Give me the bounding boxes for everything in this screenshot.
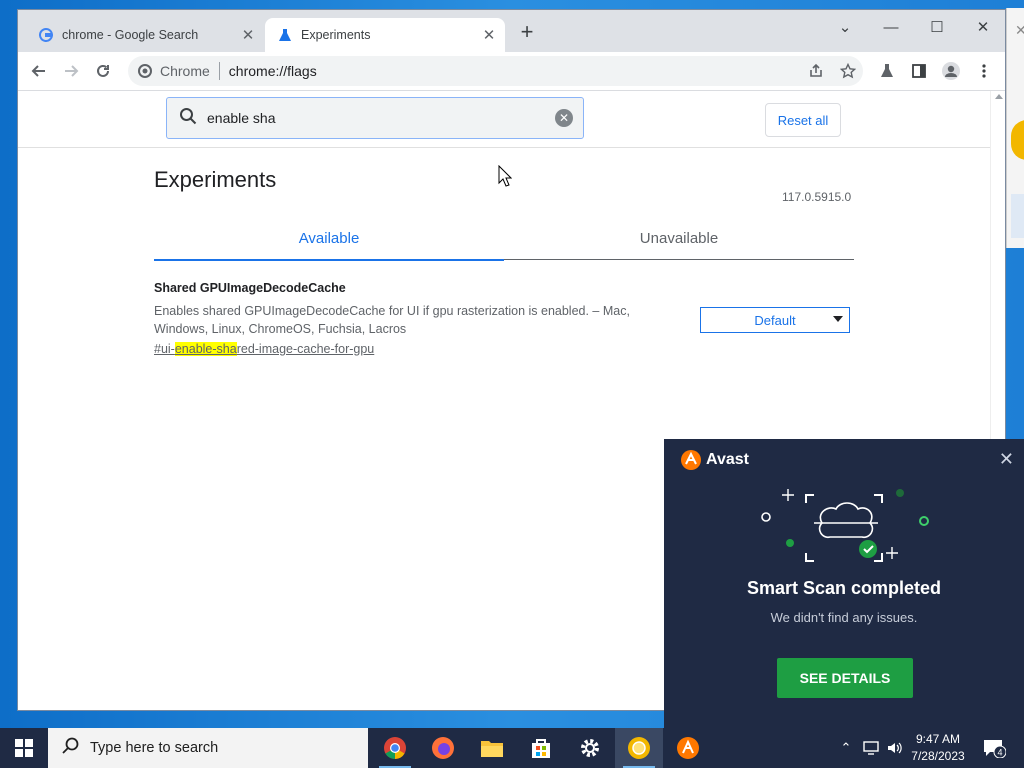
flag-description: Enables shared GPUImageDecodeCache for U… xyxy=(154,304,630,336)
taskbar-search[interactable]: Type here to search xyxy=(48,728,368,768)
taskbar: Type here to search ⌃ 9:47 AM 7/28/2023 … xyxy=(0,728,1024,768)
system-clock[interactable]: 9:47 AM 7/28/2023 xyxy=(900,731,976,765)
file-explorer-taskbar-icon[interactable] xyxy=(468,728,516,768)
side-panel-icon[interactable] xyxy=(906,58,932,84)
maximize-button[interactable]: ☐ xyxy=(914,14,960,40)
background-window-panel xyxy=(1011,194,1024,238)
page-title: Experiments xyxy=(154,167,277,192)
flag-state-select[interactable]: Default xyxy=(700,307,850,333)
address-bar[interactable]: Chrome chrome://flags xyxy=(128,56,863,86)
flags-search-box[interactable]: ✕ xyxy=(166,97,584,139)
tab-title: chrome - Google Search xyxy=(62,28,199,42)
close-icon[interactable]: ✕ xyxy=(999,449,1014,470)
firefox-taskbar-icon[interactable] xyxy=(419,728,467,768)
store-taskbar-icon[interactable] xyxy=(517,728,565,768)
windows-start-icon[interactable] xyxy=(0,728,48,768)
taskbar-search-placeholder: Type here to search xyxy=(90,740,219,756)
background-window[interactable]: ✕ xyxy=(1006,8,1024,248)
flag-permalink[interactable]: #ui-enable-shared-image-cache-for-gpu xyxy=(154,342,374,356)
scan-subtitle: We didn't find any issues. xyxy=(770,610,918,625)
forward-icon[interactable] xyxy=(58,58,84,84)
tab-unavailable[interactable]: Unavailable xyxy=(504,227,854,251)
flags-tabs: Available Unavailable xyxy=(154,227,854,261)
omnibox-chip: Chrome xyxy=(160,63,210,79)
flag-permalink-suffix: red-image-cache-for-gpu xyxy=(236,342,375,356)
omnibox-divider xyxy=(218,62,220,80)
notification-count: 4 xyxy=(997,748,1002,758)
google-icon xyxy=(38,27,54,43)
back-icon[interactable] xyxy=(26,58,52,84)
bookmark-star-icon[interactable] xyxy=(835,58,861,84)
flags-header: ✕ Reset all xyxy=(18,91,990,148)
chevron-up-icon[interactable]: ⌃ xyxy=(836,728,856,768)
new-tab-button[interactable]: + xyxy=(516,21,538,44)
search-highlight: enable-sha xyxy=(174,342,237,356)
notification-center-icon[interactable]: 4 xyxy=(982,738,1007,763)
url-text[interactable]: chrome://flags xyxy=(229,63,317,79)
search-icon xyxy=(179,107,197,130)
search-icon xyxy=(62,737,80,759)
toolbar: Chrome chrome://flags xyxy=(18,52,1005,91)
chrome-logo-icon xyxy=(138,64,152,78)
close-tab-icon[interactable]: ✕ xyxy=(479,26,499,44)
share-icon[interactable] xyxy=(803,58,829,84)
menu-kebab-icon[interactable] xyxy=(971,58,997,84)
network-icon[interactable] xyxy=(860,728,882,768)
clear-search-icon[interactable]: ✕ xyxy=(555,109,573,127)
clock-date: 7/28/2023 xyxy=(911,749,965,763)
avast-logo-icon xyxy=(681,450,701,470)
flag-title: Shared GPUImageDecodeCache xyxy=(154,281,346,295)
reload-icon[interactable] xyxy=(90,58,116,84)
tab-experiments[interactable]: Experiments ✕ xyxy=(265,18,505,52)
flag-permalink-prefix: #ui- xyxy=(154,342,175,356)
clock-time: 9:47 AM xyxy=(915,732,961,746)
tab-available[interactable]: Available xyxy=(154,227,504,261)
mouse-pointer-icon xyxy=(498,164,513,192)
close-tab-icon[interactable]: ✕ xyxy=(238,26,258,44)
reset-all-button[interactable]: Reset all xyxy=(765,103,841,137)
tab-search-icon[interactable]: ⌄ xyxy=(822,14,868,40)
brain-scan-illustration xyxy=(754,483,934,578)
chrome-canary-taskbar-icon[interactable] xyxy=(615,728,663,768)
scan-title: Smart Scan completed xyxy=(746,578,942,598)
close-icon[interactable]: ✕ xyxy=(1015,22,1024,39)
tab-google-search[interactable]: chrome - Google Search ✕ xyxy=(26,18,264,52)
version-text: 117.0.5915.0 xyxy=(782,190,852,204)
see-details-button[interactable]: SEE DETAILS xyxy=(777,658,913,698)
close-window-button[interactable]: ✕ xyxy=(960,14,1005,40)
avast-taskbar-icon[interactable] xyxy=(664,728,712,768)
tab-strip: chrome - Google Search ✕ Experiments ✕ +… xyxy=(18,10,1005,52)
tab-title: Experiments xyxy=(301,28,371,42)
flag-state-value: Default xyxy=(754,312,796,328)
experiments-flask-icon[interactable] xyxy=(874,58,900,84)
avast-logo: Avast xyxy=(680,449,749,471)
settings-gear-icon[interactable] xyxy=(566,728,614,768)
flask-icon xyxy=(277,27,293,43)
profile-avatar-icon[interactable] xyxy=(938,58,964,84)
minimize-button[interactable]: — xyxy=(868,14,914,40)
avast-notification: Avast ✕ Smart Scan completed We didn't f… xyxy=(664,439,1024,728)
chevron-down-icon xyxy=(833,316,843,322)
avast-brand: Avast xyxy=(706,451,749,468)
flags-search-input[interactable] xyxy=(205,109,555,127)
chrome-taskbar-icon[interactable] xyxy=(371,728,419,768)
scroll-up-icon[interactable] xyxy=(995,94,1003,99)
background-window-icon xyxy=(1011,120,1024,160)
